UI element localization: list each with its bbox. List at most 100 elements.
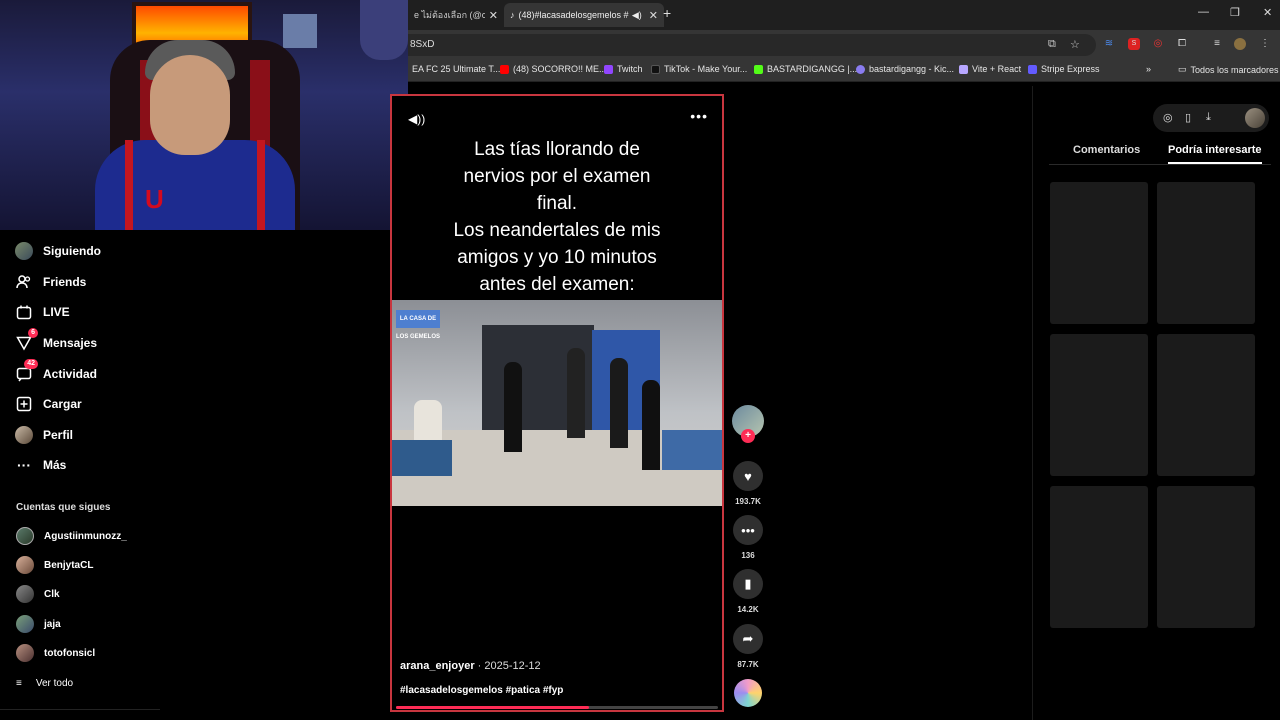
kick-icon [856, 64, 865, 74]
comment-count: 136 [741, 551, 755, 560]
extension-icon[interactable]: ◎ [1152, 38, 1164, 50]
tab-suggestions[interactable]: Podría interesarte [1168, 144, 1262, 164]
close-tab-icon[interactable]: ✕ [649, 9, 658, 22]
messages-badge: 6 [28, 328, 38, 338]
top-tools: ◎ ▯ ⤓ [1153, 104, 1269, 132]
bookmark-item[interactable]: EA FC 25 Ultimate T... [412, 64, 500, 74]
sidebar-item-more[interactable]: ··· Más [14, 452, 66, 478]
suggested-video-placeholder[interactable] [1157, 486, 1255, 628]
more-icon: ··· [17, 457, 31, 473]
video-progress-bar[interactable] [396, 706, 718, 709]
right-panel: ◎ ▯ ⤓ Comentarios Podría interesarte [1032, 86, 1280, 720]
extension-icon[interactable]: ≋ [1103, 38, 1115, 50]
bookmark-icon: ▮ [733, 569, 763, 599]
bookmarks-overflow-icon[interactable]: » [1146, 64, 1151, 74]
close-tab-icon[interactable]: ✕ [489, 9, 498, 22]
tab-divider [1049, 164, 1271, 165]
browser-tab-active[interactable]: ♪ (48)#lacasadelosgemelos # ◀) ✕ [504, 3, 664, 27]
bookmark-star-icon[interactable]: ☆ [1070, 38, 1080, 51]
upload-icon [14, 394, 34, 414]
sidebar-item-live[interactable]: LIVE [14, 299, 70, 325]
twitch-icon [604, 64, 613, 74]
like-count: 193.7K [735, 497, 761, 506]
video-hashtags[interactable]: #lacasadelosgemelos #patica #fyp [400, 685, 563, 696]
suggested-video-placeholder[interactable] [1050, 486, 1148, 628]
bookmark-item[interactable]: Twitch [604, 64, 643, 74]
tab-comments[interactable]: Comentarios [1073, 144, 1140, 162]
suggested-video-placeholder[interactable] [1157, 182, 1255, 324]
sidebar-item-upload[interactable]: Cargar [14, 391, 82, 417]
activity-icon: 42 [14, 359, 38, 384]
extensions-puzzle-icon[interactable]: ⧠ [1176, 38, 1188, 50]
comment-icon: ••• [733, 515, 763, 545]
url-text: 8SxD [410, 39, 435, 50]
bookmark-item[interactable]: (48) SOCORRO!! ME... [500, 64, 607, 74]
sidebar-item-profile[interactable]: Perfil [14, 422, 73, 448]
bookmark-item[interactable]: TikTok - Make Your... [651, 64, 747, 74]
bookmark-item[interactable]: bastardigangg - Kic... [856, 64, 954, 74]
save-button[interactable]: ▮ 14.2K [730, 569, 766, 614]
suggested-video-placeholder[interactable] [1050, 334, 1148, 476]
share-button[interactable]: ➦ 87.7K [730, 624, 766, 669]
profile-avatar-icon[interactable] [1234, 38, 1246, 50]
mobile-icon[interactable]: ▯ [1185, 111, 1191, 124]
youtube-icon [500, 64, 509, 74]
sidebar-item-following[interactable]: Siguiendo [14, 238, 101, 264]
install-app-icon[interactable]: ⧉ [1048, 38, 1056, 51]
friends-icon [14, 272, 34, 292]
address-bar[interactable]: 8SxD [408, 34, 1096, 56]
followed-account[interactable]: Clk [16, 584, 60, 604]
folder-icon: ▭ [1178, 64, 1187, 74]
sidebar-item-activity[interactable]: 42 Actividad [14, 359, 97, 387]
see-all-link[interactable]: ≡ Ver todo [16, 678, 73, 689]
followed-account[interactable]: jaja [16, 614, 61, 634]
bookmark-item[interactable]: BASTARDIGANGG |... [754, 64, 857, 74]
bookmark-item[interactable]: Stripe Express [1028, 64, 1100, 74]
new-tab-icon[interactable]: + [663, 5, 671, 21]
browser-menu-icon[interactable]: ⋮ [1259, 38, 1271, 50]
share-icon: ➦ [733, 624, 763, 654]
wall-poster [283, 14, 317, 48]
activity-badge: 42 [24, 359, 38, 369]
like-button[interactable]: ♥ 193.7K [730, 461, 766, 506]
suggested-video-placeholder[interactable] [1050, 182, 1148, 324]
vite-icon [959, 64, 968, 74]
bookmark-item[interactable]: Vite + React [959, 64, 1021, 74]
browser-tab[interactable]: e ไม่ต้องเลือก (@co ✕ [408, 3, 504, 27]
followed-account[interactable]: totofonsicl [16, 643, 95, 663]
bookmarks-bar: EA FC 25 Ultimate T... (48) SOCORRO!! ME… [408, 58, 1280, 82]
list-icon: ≡ [16, 678, 22, 689]
sidebar-item-friends[interactable]: Friends [14, 269, 86, 295]
user-avatar[interactable] [1245, 108, 1265, 128]
video-author[interactable]: arana_enjoyer · 2025-12-12 [400, 660, 541, 672]
webcam-overlay: U [0, 0, 408, 230]
volume-icon[interactable]: ◀)) [408, 112, 425, 126]
suggested-video-placeholder[interactable] [1157, 334, 1255, 476]
browser-tab-bar: e ไม่ต้องเลือก (@co ✕ ♪ (48)#lacasadelos… [408, 0, 1280, 30]
extension-icon[interactable]: S [1128, 38, 1140, 50]
followed-account[interactable]: Agustiinmunozz_ [16, 526, 127, 546]
minimize-icon[interactable]: — [1198, 6, 1209, 18]
restore-icon[interactable]: ❐ [1230, 6, 1240, 19]
save-count: 14.2K [737, 605, 759, 614]
screen: U e ไม่ต้องเลือก (@co ✕ ♪ (48)#lacasadel… [0, 0, 1280, 720]
audio-playing-icon[interactable]: ◀) [632, 10, 642, 21]
sidebar-item-messages[interactable]: 6 Mensajes [14, 328, 97, 356]
all-bookmarks[interactable]: ▭ Todos los marcadores [1178, 64, 1279, 75]
video-player[interactable]: ◀)) ••• Las tías llorando de nervios por… [390, 94, 724, 712]
more-options-icon[interactable]: ••• [690, 108, 708, 124]
following-avatar-icon [15, 242, 33, 260]
download-icon[interactable]: ⤓ [1206, 111, 1211, 124]
creator-avatar-button[interactable]: + [730, 405, 766, 443]
compass-icon[interactable]: ◎ [1163, 111, 1173, 124]
music-disc-button[interactable] [730, 679, 766, 707]
close-window-icon[interactable]: ✕ [1263, 6, 1272, 19]
lamp-decoration [360, 0, 408, 60]
follow-plus-icon[interactable]: + [741, 429, 755, 443]
tiktok-sidebar: Siguiendo Friends LIVE 6 Mensajes 42 Act… [0, 230, 160, 720]
account-avatar [16, 585, 34, 603]
media-controls-icon[interactable]: ≡ [1211, 38, 1223, 50]
comment-button[interactable]: ••• 136 [730, 515, 766, 560]
creator-avatar: + [732, 405, 764, 443]
followed-account[interactable]: BenjytaCL [16, 555, 93, 575]
